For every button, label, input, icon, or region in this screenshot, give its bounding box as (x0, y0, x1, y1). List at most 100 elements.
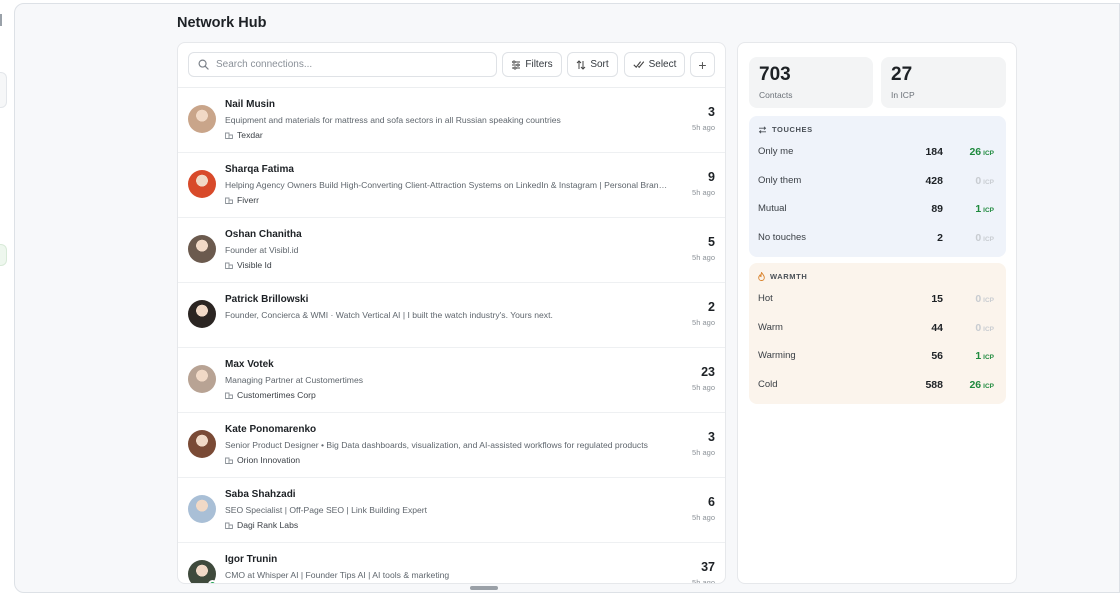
contacts-count: 703 (759, 64, 791, 85)
avatar[interactable] (188, 170, 216, 198)
connection-name[interactable]: Oshan Chanitha (225, 229, 302, 240)
interaction-count: 3 (708, 105, 715, 119)
last-activity-time: 5h ago (692, 253, 715, 262)
building-icon (225, 197, 233, 204)
last-activity-time: 5h ago (692, 513, 715, 522)
touches-row[interactable]: Only them 428 0 ICP (749, 173, 1006, 189)
sort-button[interactable]: Sort (567, 52, 618, 77)
connection-name[interactable]: Patrick Brillowski (225, 294, 308, 305)
icp-count: 0 (975, 231, 982, 244)
warmth-row[interactable]: Warming 56 1 ICP (749, 348, 1006, 364)
icp-count: 27 (891, 64, 913, 85)
company-name: Orion Innovation (237, 455, 301, 465)
contacts-label: Contacts (759, 90, 793, 100)
connection-row[interactable]: Saba Shahzadi SEO Specialist | Off-Page S… (178, 478, 725, 543)
sort-icon (576, 59, 586, 70)
arrows-exchange-icon (758, 125, 767, 134)
touches-row-label: Mutual (758, 203, 787, 214)
warmth-row[interactable]: Warm 44 0 ICP (749, 320, 1006, 336)
toolbar: Filters Sort Select + (178, 43, 725, 88)
flame-icon (758, 272, 765, 281)
touches-row[interactable]: Only me 184 26 ICP (749, 144, 1006, 160)
icp-suffix: ICP (983, 235, 994, 243)
icp-suffix: ICP (983, 150, 994, 157)
interaction-count: 37 (701, 560, 715, 574)
icp-count: 0 (975, 293, 982, 305)
connection-row[interactable]: Oshan Chanitha Founder at Visibl.id Visibl… (178, 218, 725, 283)
touches-row-value: 2 (937, 231, 943, 244)
warmth-row-icp: 1 ICP (975, 350, 994, 362)
touches-header: TOUCHES (758, 125, 813, 134)
avatar[interactable] (188, 105, 216, 133)
connection-headline: Helping Agency Owners Build High-Convert… (225, 180, 670, 190)
warmth-row-value: 44 (931, 321, 943, 334)
connection-name[interactable]: Kate Ponomarenko (225, 424, 316, 435)
filters-label: Filters (525, 59, 553, 70)
icp-suffix: ICP (983, 325, 994, 333)
touches-row-icp: 26 ICP (969, 146, 994, 158)
scroll-handle[interactable] (470, 586, 498, 590)
warmth-row[interactable]: Cold 588 26 ICP (749, 377, 1006, 393)
touches-title: TOUCHES (772, 125, 813, 134)
warmth-row-icp: 0 ICP (975, 322, 994, 334)
building-icon (225, 392, 233, 399)
last-activity-time: 5h ago (692, 123, 715, 132)
touches-row[interactable]: No touches 2 0 ICP (749, 230, 1006, 246)
warmth-row-icp: 26 ICP (969, 379, 994, 391)
online-status-dot (208, 580, 217, 583)
interaction-count: 23 (701, 365, 715, 379)
avatar[interactable] (188, 430, 216, 458)
left-edge-tab[interactable] (0, 72, 7, 108)
sort-label: Sort (590, 59, 609, 70)
building-icon (225, 262, 233, 269)
connection-company: Dagi Rank Labs (225, 520, 298, 530)
avatar[interactable] (188, 235, 216, 263)
connection-name[interactable]: Nail Musin (225, 99, 275, 110)
warmth-row-icp: 0 ICP (975, 293, 994, 305)
left-edge-tab-active[interactable] (0, 244, 7, 266)
building-icon (225, 457, 233, 464)
avatar[interactable] (188, 300, 216, 328)
icp-card[interactable]: 27 In ICP (881, 57, 1006, 108)
avatar[interactable] (188, 495, 216, 523)
connection-company: Texdar (225, 130, 263, 140)
filters-button[interactable]: Filters (502, 52, 562, 77)
company-name: Fiverr (237, 195, 259, 205)
touches-row-icp: 0 ICP (975, 175, 994, 187)
warmth-row-label: Warming (758, 350, 796, 361)
connection-name[interactable]: Max Votek (225, 359, 274, 370)
connection-name[interactable]: Igor Trunin (225, 554, 277, 565)
left-edge (0, 0, 14, 594)
filters-icon (512, 59, 521, 70)
warmth-row[interactable]: Hot 15 0 ICP (749, 291, 1006, 307)
connection-row[interactable]: Patrick Brillowski Founder, Concierca & W… (178, 283, 725, 348)
search-box[interactable] (188, 52, 497, 77)
interaction-count: 9 (708, 170, 715, 184)
connection-headline: Equipment and materials for mattress and… (225, 115, 561, 125)
warmth-header: WARMTH (758, 272, 807, 281)
touches-section: TOUCHES Only me 184 26 ICP Only them 428 0 ICP M… (749, 116, 1006, 257)
icp-count: 1 (975, 350, 982, 362)
left-edge-tick (0, 14, 2, 26)
icp-suffix: ICP (983, 382, 994, 390)
search-input[interactable] (216, 53, 486, 76)
connection-row[interactable]: Sharqa Fatima Helping Agency Owners Build… (178, 153, 725, 218)
connection-row[interactable]: Kate Ponomarenko Senior Product Designer … (178, 413, 725, 478)
select-button[interactable]: Select (624, 52, 685, 77)
interaction-count: 2 (708, 300, 715, 314)
avatar[interactable] (188, 560, 217, 583)
connection-company: Orion Innovation (225, 455, 300, 465)
connection-name[interactable]: Sharqa Fatima (225, 164, 294, 175)
avatar[interactable] (188, 365, 216, 393)
connection-name[interactable]: Saba Shahzadi (225, 489, 296, 500)
contacts-card[interactable]: 703 Contacts (749, 57, 873, 108)
connection-headline: Senior Product Designer • Big Data dashb… (225, 440, 648, 450)
connection-row[interactable]: Nail Musin Equipment and materials for ma… (178, 88, 725, 153)
connection-row[interactable]: Igor Trunin CMO at Whisper AI | Founder T… (178, 543, 725, 583)
connection-row[interactable]: Max Votek Managing Partner at Customertim… (178, 348, 725, 413)
icp-count: 0 (975, 174, 982, 187)
icp-count: 26 (969, 146, 982, 158)
touches-row-icp: 0 ICP (975, 232, 994, 244)
touches-row[interactable]: Mutual 89 1 ICP (749, 201, 1006, 217)
add-button[interactable]: + (690, 52, 715, 77)
